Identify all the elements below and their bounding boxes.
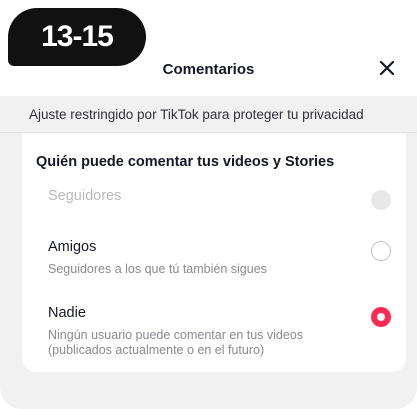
close-icon (379, 60, 395, 76)
option-seguidores: Seguidores (22, 188, 406, 218)
restriction-note: Ajuste restringido por TikTok para prote… (0, 96, 417, 133)
radio-seguidores (371, 190, 391, 210)
option-subtitle: Ningún usuario puede comentar en tus vid… (48, 328, 304, 357)
option-nadie[interactable]: Nadie Ningún usuario puede comentar en t… (22, 305, 406, 360)
option-title: Seguidores (48, 188, 122, 204)
comments-settings-sheet: Comentarios Ajuste restringido por TikTo… (0, 36, 417, 409)
close-button[interactable] (377, 58, 397, 78)
radio-nadie[interactable] (371, 307, 391, 327)
option-title: Nadie (48, 305, 86, 321)
option-subtitle: Seguidores a los que tú también sigues (48, 262, 267, 276)
radio-amigos[interactable] (371, 241, 391, 261)
option-amigos[interactable]: Amigos Seguidores a los que tú también s… (22, 239, 406, 283)
comment-permissions-card: Quién puede comentar tus videos y Storie… (22, 133, 406, 372)
age-range-badge: 13-15 (8, 8, 146, 66)
section-heading: Quién puede comentar tus videos y Storie… (36, 154, 335, 170)
option-title: Amigos (48, 239, 97, 255)
